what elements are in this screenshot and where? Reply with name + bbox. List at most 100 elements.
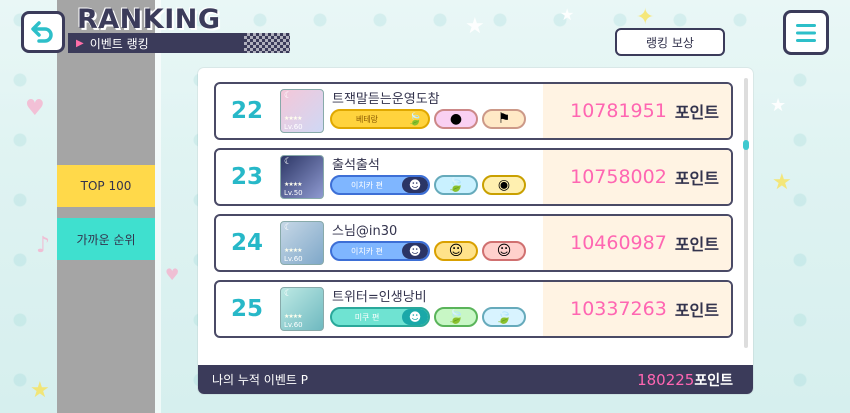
reward-button-label: 랭킹 보상 (646, 35, 694, 50)
honor-badge: ◉ (482, 175, 526, 195)
my-points-value: 180225 (637, 370, 695, 389)
moon-icon: ☾ (284, 223, 293, 233)
rarity-stars-icon: ★★★★ (284, 115, 302, 122)
character-face-icon: ☺ (496, 243, 512, 259)
player-avatar: ☾ ★★★★ Lv.60 (280, 89, 324, 133)
flag-icon: ⚑ (497, 111, 511, 127)
title-badge: 미쿠 편 ☻ (330, 307, 430, 327)
moon-icon: ☾ (284, 91, 293, 101)
heart-decoration-icon: ♥ (25, 96, 45, 121)
ranking-reward-button[interactable]: 랭킹 보상 (615, 28, 725, 56)
character-face-icon: ☺ (448, 243, 464, 259)
score-value: 10781951 (570, 100, 667, 122)
rank-number: 25 (230, 296, 263, 322)
avatar-level: Lv.60 (284, 321, 303, 329)
coin-icon: ◉ (497, 177, 511, 193)
star-decoration-icon: ★ (770, 95, 787, 116)
title-badge: 이치카 편 ☻ (330, 175, 430, 195)
rarity-stars-icon: ★★★★ (284, 313, 302, 320)
tab-nearby-rank[interactable]: 가까운 순위 (57, 218, 155, 260)
ranking-row[interactable]: 25 ☾ ★★★★ Lv.60 트위터=인생낭비 미쿠 편 ☻ 🍃 🍃 1033… (214, 280, 733, 338)
score-value: 10337263 (570, 298, 667, 320)
score-box: 10337263 포인트 (543, 282, 731, 336)
title-badge-label: 이치카 편 (351, 180, 383, 190)
back-button[interactable] (21, 11, 65, 53)
score-unit: 포인트 (674, 301, 719, 320)
leaf-icon: 🍃 (447, 309, 465, 325)
score-unit: 포인트 (674, 103, 719, 122)
honor-badge: 🍃 (482, 307, 526, 327)
badge-group: 이치카 편 ☻ 🍃 ◉ (330, 175, 526, 195)
scrollbar-track[interactable] (744, 78, 748, 348)
honor-badge: ● (434, 109, 478, 129)
title-badge-label: 이치카 편 (351, 246, 383, 256)
ranking-list: 22 ☾ ★★★★ Lv.60 트잭말듣는운영도참 베테랑 🍃 ● ⚑ 1078… (214, 82, 734, 346)
star-decoration-icon: ★ (30, 378, 50, 403)
title-badge-label: 베테랑 (355, 114, 379, 124)
ranking-row[interactable]: 22 ☾ ★★★★ Lv.60 트잭말듣는운영도참 베테랑 🍃 ● ⚑ 1078… (214, 82, 733, 140)
honor-badge: 🍃 (434, 307, 478, 327)
tab-label: TOP 100 (80, 179, 132, 193)
orb-icon: ● (449, 111, 463, 127)
player-name: 스님@in30 (332, 224, 398, 239)
my-points-unit: 포인트 (694, 372, 733, 389)
badge-group: 미쿠 편 ☻ 🍃 🍃 (330, 307, 526, 327)
character-icon: ☻ (402, 243, 428, 259)
player-avatar: ☾ ★★★★ Lv.50 (280, 155, 324, 199)
title-badge: 베테랑 🍃 (330, 109, 430, 129)
badge-group: 이치카 편 ☻ ☺ ☺ (330, 241, 526, 261)
score-value: 10758002 (570, 166, 667, 188)
hamburger-menu-icon (796, 23, 816, 42)
sidebar-rail-edge (155, 0, 161, 413)
ranking-row[interactable]: 23 ☾ ★★★★ Lv.50 출석출석 이치카 편 ☻ 🍃 ◉ 1075800… (214, 148, 733, 206)
rank-number: 23 (230, 164, 263, 190)
rank-number: 24 (230, 230, 263, 256)
tab-top100[interactable]: TOP 100 (57, 165, 155, 207)
page-title: RANKING (77, 4, 221, 35)
score-box: 10758002 포인트 (543, 150, 731, 204)
honor-badge: 🍃 (434, 175, 478, 195)
player-name: 트잭말듣는운영도참 (332, 92, 440, 107)
avatar-level: Lv.60 (284, 255, 303, 263)
subtitle-bar: ▶ 이벤트 랭킹 (68, 33, 290, 53)
player-name: 트위터=인생낭비 (332, 290, 427, 305)
my-points-footer: 나의 누적 이벤트 P 180225 포인트 (198, 365, 753, 394)
moon-icon: ☾ (284, 289, 293, 299)
ranking-panel: 22 ☾ ★★★★ Lv.60 트잭말듣는운영도참 베테랑 🍃 ● ⚑ 1078… (198, 68, 753, 394)
heart-decoration-icon: ♥ (165, 265, 180, 284)
player-name: 출석출석 (332, 158, 380, 173)
character-icon: ☻ (402, 177, 428, 193)
avatar-level: Lv.50 (284, 189, 303, 197)
menu-button[interactable] (783, 10, 829, 55)
checker-pattern (244, 33, 290, 53)
score-unit: 포인트 (674, 235, 719, 254)
score-box: 10460987 포인트 (543, 216, 731, 270)
ranking-row[interactable]: 24 ☾ ★★★★ Lv.60 스님@in30 이치카 편 ☻ ☺ ☺ 1046… (214, 214, 733, 272)
scrollbar-thumb[interactable] (743, 140, 749, 150)
star-decoration-icon: ★ (560, 5, 575, 24)
back-arrow-icon (31, 21, 53, 43)
leaf-icon: 🍃 (407, 112, 423, 126)
leaf-icon: 🍃 (447, 177, 465, 193)
character-badge: ☺ (434, 241, 478, 261)
character-badge: ☺ (482, 241, 526, 261)
triangle-icon: ▶ (76, 37, 84, 49)
title-badge-label: 미쿠 편 (354, 312, 380, 322)
badge-group: 베테랑 🍃 ● ⚑ (330, 109, 526, 129)
character-icon: ☻ (402, 309, 428, 325)
avatar-level: Lv.60 (284, 123, 303, 131)
rank-number: 22 (230, 98, 263, 124)
star-decoration-icon: ✦ (636, 5, 655, 30)
moon-icon: ☾ (284, 157, 293, 167)
tab-label: 가까운 순위 (76, 232, 136, 247)
score-value: 10460987 (570, 232, 667, 254)
title-badge: 이치카 편 ☻ (330, 241, 430, 261)
rarity-stars-icon: ★★★★ (284, 247, 302, 254)
player-avatar: ☾ ★★★★ Lv.60 (280, 287, 324, 331)
star-decoration-icon: ★ (772, 170, 792, 195)
star-decoration-icon: ★ (465, 14, 485, 39)
player-avatar: ☾ ★★★★ Lv.60 (280, 221, 324, 265)
score-unit: 포인트 (674, 169, 719, 188)
my-points-label: 나의 누적 이벤트 P (212, 373, 308, 387)
subtitle-text: 이벤트 랭킹 (89, 36, 149, 51)
